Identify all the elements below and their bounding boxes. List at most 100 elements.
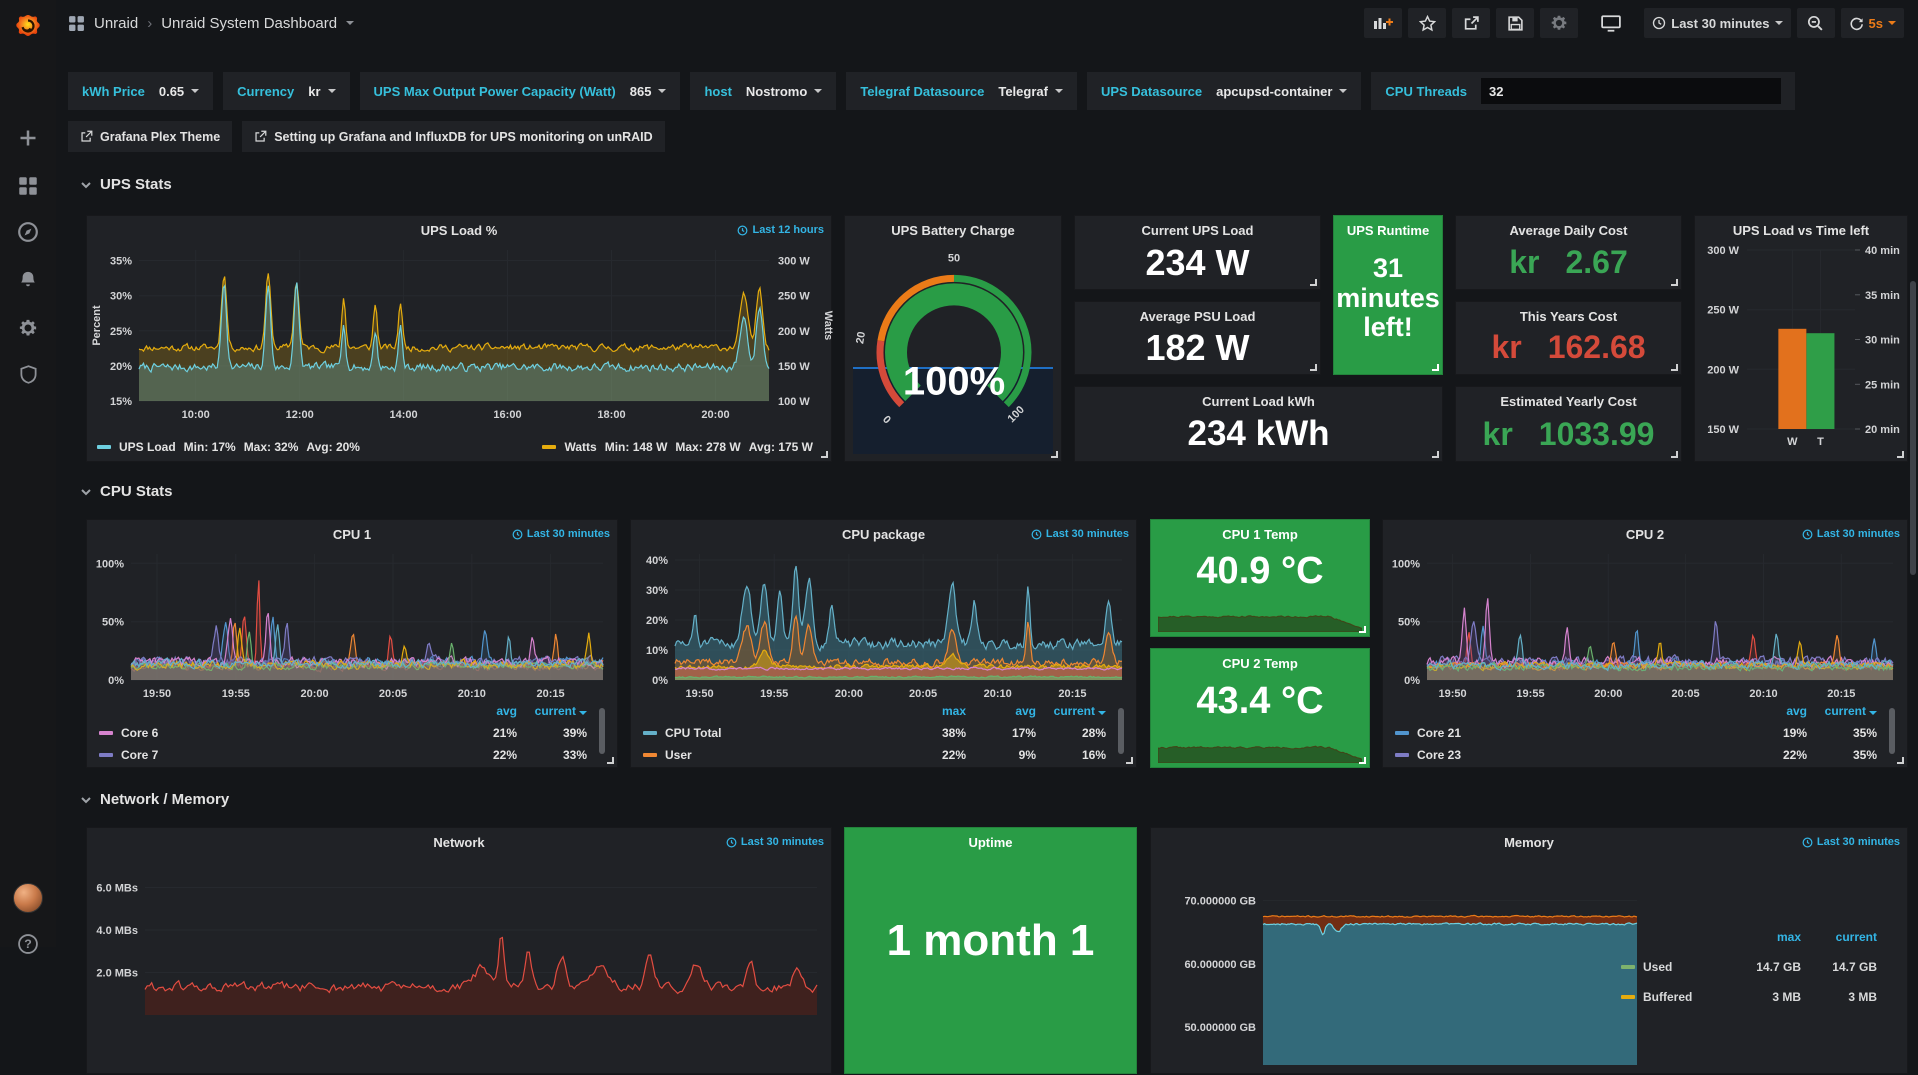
dashboard-settings-button[interactable]	[1540, 8, 1578, 38]
variable-host[interactable]: hostNostromo	[690, 72, 836, 110]
panel-resize-handle[interactable]	[1432, 451, 1439, 458]
variable-ups-datasource[interactable]: UPS Datasourceapcupsd-container	[1087, 72, 1361, 110]
refresh-button[interactable]: 5s	[1841, 8, 1904, 38]
breadcrumb-current[interactable]: Unraid System Dashboard	[161, 15, 337, 32]
variable-kwh-price[interactable]: kWh Price0.65	[68, 72, 213, 110]
breadcrumb-root[interactable]: Unraid	[94, 15, 138, 32]
panel-resize-handle[interactable]	[1310, 279, 1317, 286]
legend-series[interactable]: Buffered	[1621, 990, 1725, 1004]
panel-resize-handle[interactable]	[1126, 757, 1133, 764]
legend-series[interactable]: Core 21	[1395, 726, 1737, 740]
time-range-picker[interactable]: Last 30 minutes	[1644, 8, 1790, 38]
panel-title[interactable]: CPU 2	[1423, 527, 1867, 542]
legend-scrollbar[interactable]	[599, 708, 605, 754]
section-network-memory[interactable]: Network / Memory	[80, 791, 229, 808]
legend-series[interactable]: Used	[1621, 960, 1725, 974]
panel-resize-handle[interactable]	[1897, 757, 1904, 764]
section-ups-stats[interactable]: UPS Stats	[80, 176, 172, 193]
legend-item-watts[interactable]: Watts Min: 148 W Max: 278 W Avg: 175 W	[542, 440, 813, 454]
panel-resize-handle[interactable]	[607, 757, 614, 764]
link-grafana-plex-theme[interactable]: Grafana Plex Theme	[68, 121, 232, 152]
legend-col-max[interactable]: max	[896, 704, 966, 718]
legend-max-value: 38%	[896, 726, 966, 740]
legend-series[interactable]: Core 6	[99, 726, 447, 740]
avatar	[13, 883, 43, 913]
legend-col-avg[interactable]: avg	[1737, 704, 1807, 718]
panel-resize-handle[interactable]	[1051, 451, 1058, 458]
legend-col-max[interactable]: max	[1725, 930, 1801, 944]
legend-series[interactable]: User	[643, 748, 896, 762]
cpu-threads-input[interactable]	[1481, 78, 1781, 104]
refresh-interval-caret[interactable]	[1888, 21, 1896, 25]
panel-title[interactable]: UPS Load vs Time left	[1701, 223, 1901, 238]
cycle-view-mode-button[interactable]	[1592, 8, 1630, 38]
amount: 2.67	[1565, 244, 1627, 281]
legend-series[interactable]: Core 7	[99, 748, 447, 762]
legend-col-avg[interactable]: avg	[966, 704, 1036, 718]
save-dashboard-button[interactable]	[1496, 8, 1534, 38]
add-panel-button[interactable]	[1364, 8, 1402, 38]
legend-col-current[interactable]: current	[1807, 704, 1877, 718]
sidebar-admin-button[interactable]	[0, 354, 56, 394]
section-cpu-stats[interactable]: CPU Stats	[80, 483, 173, 500]
panel-title[interactable]: Memory	[1191, 835, 1867, 850]
svg-text:Watts: Watts	[822, 311, 833, 341]
variable-ups-max-output[interactable]: UPS Max Output Power Capacity (Watt)865	[360, 72, 681, 110]
star-dashboard-button[interactable]	[1408, 8, 1446, 38]
legend-swatch	[643, 731, 657, 735]
legend-series[interactable]: CPU Total	[643, 726, 896, 740]
panel-title[interactable]: CPU 1	[127, 527, 577, 542]
grafana-logo-icon	[13, 13, 43, 43]
panel-title[interactable]: Network	[127, 835, 791, 850]
panel-title[interactable]: Uptime	[885, 835, 1096, 850]
panel-title[interactable]: Current Load kWh	[1115, 394, 1402, 409]
variable-telegraf-datasource[interactable]: Telegraf DatasourceTelegraf	[846, 72, 1077, 110]
panel-resize-handle[interactable]	[1671, 364, 1678, 371]
variable-currency[interactable]: Currencykr	[223, 72, 349, 110]
panel-title[interactable]: This Years Cost	[1466, 309, 1671, 324]
svg-text:0: 0	[881, 412, 894, 425]
panel-resize-handle[interactable]	[1897, 451, 1904, 458]
legend-col-current[interactable]: current	[1801, 930, 1877, 944]
legend-scrollbar[interactable]	[1889, 708, 1895, 754]
panel-resize-handle[interactable]	[1359, 757, 1366, 764]
panel-title[interactable]: Current UPS Load	[1085, 223, 1310, 238]
svg-text:150 W: 150 W	[778, 361, 810, 373]
panel-resize-handle[interactable]	[1310, 364, 1317, 371]
panel-resize-handle[interactable]	[1671, 279, 1678, 286]
user-avatar[interactable]	[0, 878, 56, 918]
panel-title[interactable]: UPS Runtime	[1338, 223, 1438, 238]
panel-title[interactable]: UPS Load %	[127, 223, 791, 238]
legend-col-current[interactable]: current	[1036, 704, 1106, 718]
help-button[interactable]: ?	[0, 924, 56, 964]
panel-title[interactable]: CPU 2 Temp	[1191, 656, 1329, 671]
sidebar-create-button[interactable]	[0, 118, 56, 158]
panel-resize-handle[interactable]	[1359, 626, 1366, 633]
zoom-out-time-button[interactable]	[1797, 8, 1835, 38]
panel-resize-handle[interactable]	[1432, 364, 1439, 371]
link-ups-monitoring-guide[interactable]: Setting up Grafana and InfluxDB for UPS …	[242, 121, 664, 152]
panel-title[interactable]: Average PSU Load	[1085, 309, 1310, 324]
sidebar-alerting-button[interactable]	[0, 260, 56, 300]
legend-swatch	[99, 753, 113, 757]
legend-scrollbar[interactable]	[1118, 708, 1124, 754]
legend-col-avg[interactable]: avg	[447, 704, 517, 718]
sidebar-dashboards-button[interactable]	[0, 166, 56, 206]
panel-title[interactable]: UPS Battery Charge	[855, 223, 1051, 238]
dashboard-dropdown-caret[interactable]	[346, 21, 354, 25]
grafana-logo[interactable]	[0, 8, 56, 48]
legend-max: Max: 278 W	[675, 440, 740, 454]
page-scrollbar-thumb[interactable]	[1910, 281, 1916, 575]
panel-resize-handle[interactable]	[1671, 451, 1678, 458]
sidebar-configuration-button[interactable]	[0, 308, 56, 348]
sidebar-explore-button[interactable]	[0, 212, 56, 252]
legend-series[interactable]: Core 23	[1395, 748, 1737, 762]
panel-resize-handle[interactable]	[821, 451, 828, 458]
panel-title[interactable]: Estimated Yearly Cost	[1466, 394, 1671, 409]
legend-col-current[interactable]: current	[517, 704, 587, 718]
share-dashboard-button[interactable]	[1452, 8, 1490, 38]
legend-item-ups-load[interactable]: UPS Load Min: 17% Max: 32% Avg: 20%	[97, 440, 360, 454]
legend-avg-value: 17%	[966, 726, 1036, 740]
panel-title[interactable]: Average Daily Cost	[1466, 223, 1671, 238]
panel-title[interactable]: CPU 1 Temp	[1191, 527, 1329, 542]
